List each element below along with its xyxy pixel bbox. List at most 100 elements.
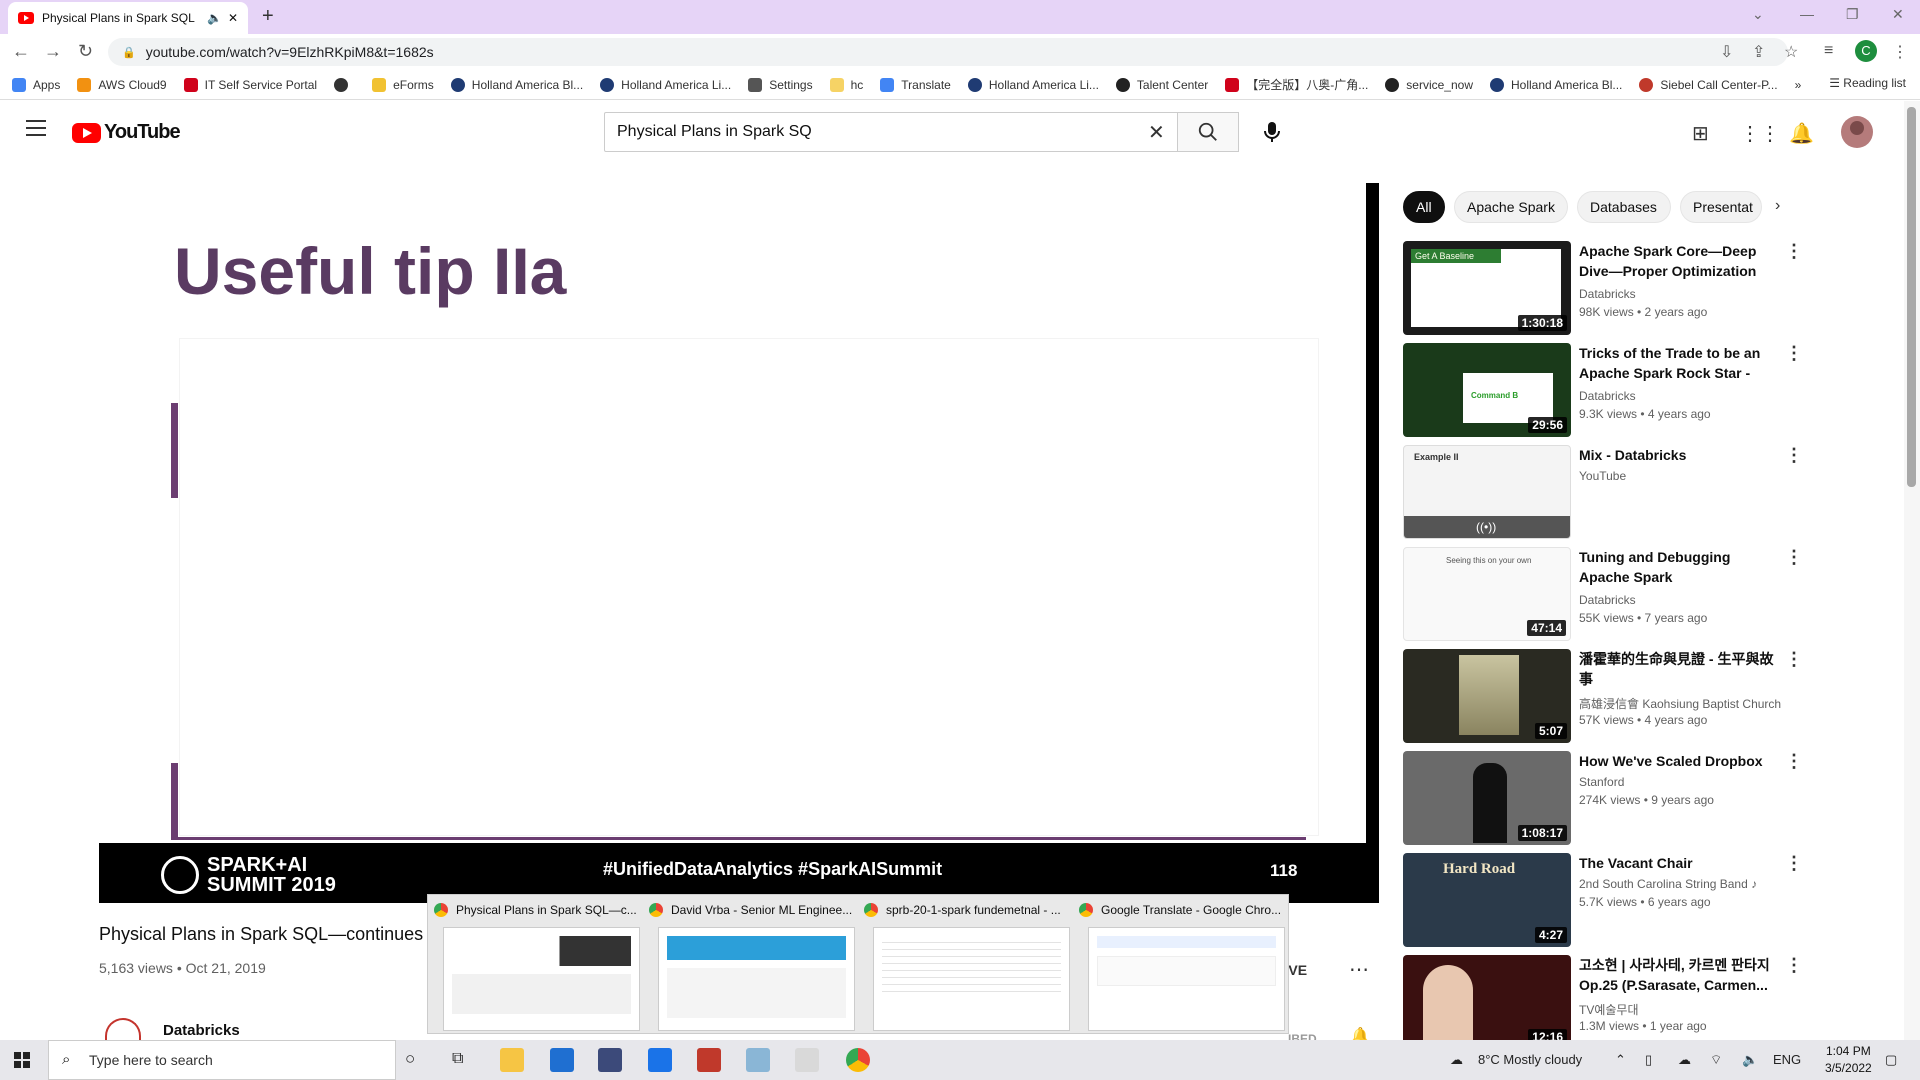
recommendation-item[interactable]: Seeing this on your own 47:14 Tuning and…	[1403, 547, 1883, 643]
kebab-menu-icon[interactable]: ⋮	[1785, 853, 1803, 874]
wifi-icon[interactable]: ⌔	[1710, 1052, 1722, 1068]
bookmark-item[interactable]: service_now	[1385, 77, 1473, 92]
voice-search-button[interactable]	[1257, 117, 1287, 147]
notifications-bell-icon[interactable]: 🔔	[1789, 121, 1814, 146]
channel-name[interactable]: Databricks	[163, 1022, 240, 1039]
window-preview[interactable]: Physical Plans in Spark SQL—c...	[428, 895, 643, 1035]
page-scrollbar-thumb[interactable]	[1907, 107, 1916, 487]
virtualbox-icon[interactable]	[598, 1048, 622, 1072]
rec-title[interactable]: 潘霍華的生命與見證 - 生平與故事	[1579, 649, 1779, 689]
search-button[interactable]	[1177, 112, 1239, 152]
cloud-icon[interactable]: ☁	[1678, 1052, 1691, 1068]
bookmark-item[interactable]: Holland America Bl...	[1490, 77, 1622, 92]
hamburger-menu-icon[interactable]	[26, 120, 46, 136]
video-thumbnail[interactable]: 1:08:17	[1403, 751, 1571, 845]
app-icon[interactable]	[697, 1048, 721, 1072]
bookmark-item[interactable]: Talent Center	[1115, 77, 1208, 92]
rec-channel[interactable]: Databricks	[1579, 593, 1636, 607]
recommendation-item[interactable]: 12:16 고소현 | 사라사테, 카르멘 판타지 Op.25 (P.Saras…	[1403, 955, 1883, 1040]
recommendation-item[interactable]: Hard Road 4:27 The Vacant Chair 2nd Sout…	[1403, 853, 1883, 949]
minimize-button[interactable]: —	[1800, 6, 1814, 22]
recommendation-item[interactable]: Get A Baseline 1:30:18 Apache Spark Core…	[1403, 241, 1883, 337]
clear-search-icon[interactable]: ✕	[1148, 120, 1165, 145]
weather-text[interactable]: 8°C Mostly cloudy	[1478, 1052, 1582, 1067]
tab-search-icon[interactable]: ⌄	[1752, 6, 1764, 23]
window-preview[interactable]: Google Translate - Google Chro...	[1073, 895, 1288, 1035]
device-icon[interactable]: ▯	[1645, 1052, 1652, 1068]
video-thumbnail[interactable]: Example II ((•))	[1403, 445, 1571, 539]
rec-channel[interactable]: YouTube	[1579, 469, 1626, 483]
chip-all[interactable]: All	[1403, 191, 1445, 223]
rec-title[interactable]: The Vacant Chair	[1579, 853, 1779, 873]
bookmark-item[interactable]: Holland America Li...	[967, 77, 1099, 92]
video-thumbnail[interactable]: Command B 29:56	[1403, 343, 1571, 437]
bookmark-item[interactable]: eForms	[372, 77, 434, 92]
reload-button[interactable]: ↻	[78, 41, 93, 62]
bookmark-item[interactable]: Translate	[880, 77, 951, 92]
chip-presentations[interactable]: Presentat	[1680, 191, 1762, 223]
store-icon[interactable]	[550, 1048, 574, 1072]
rec-title[interactable]: Tuning and Debugging Apache Spark	[1579, 547, 1779, 587]
mail-icon[interactable]	[648, 1048, 672, 1072]
share-icon[interactable]: ⇪	[1752, 42, 1765, 62]
back-button[interactable]: ←	[12, 41, 30, 62]
recommendation-item[interactable]: Command B 29:56 Tricks of the Trade to b…	[1403, 343, 1883, 439]
chevron-up-icon[interactable]: ⌃	[1615, 1052, 1626, 1068]
chrome-menu-icon[interactable]: ⋮	[1892, 42, 1908, 62]
bookmark-item[interactable]	[334, 77, 355, 92]
bookmark-item[interactable]: 【完全版】八奥-广角...	[1225, 76, 1368, 93]
bookmark-item[interactable]: Holland America Bl...	[450, 77, 583, 92]
channel-logo[interactable]	[105, 1018, 141, 1040]
kebab-menu-icon[interactable]: ⋮	[1785, 343, 1803, 364]
rec-channel[interactable]: Stanford	[1579, 775, 1624, 789]
bookmark-item[interactable]: AWS Cloud9	[77, 77, 167, 92]
kebab-menu-icon[interactable]: ⋮	[1785, 445, 1803, 466]
rec-title[interactable]: 고소현 | 사라사테, 카르멘 판타지 Op.25 (P.Sarasate, C…	[1579, 955, 1779, 995]
app-icon[interactable]	[795, 1048, 819, 1072]
kebab-menu-icon[interactable]: ⋮	[1785, 547, 1803, 568]
rec-title[interactable]: Tricks of the Trade to be an Apache Spar…	[1579, 343, 1779, 383]
taskbar-search-input[interactable]: Type here to search	[48, 1040, 396, 1080]
bookmark-item[interactable]: Holland America Li...	[600, 77, 731, 92]
address-bar[interactable]: 🔒 youtube.com/watch?v=9ElzhRKpiM8&t=1682…	[108, 38, 1788, 66]
rec-channel[interactable]: Databricks	[1579, 389, 1636, 403]
recommendation-item[interactable]: 5:07 潘霍華的生命與見證 - 生平與故事 高雄浸信會 Kaohsiung B…	[1403, 649, 1883, 745]
bookmark-item[interactable]: Settings	[748, 77, 813, 92]
restore-button[interactable]: ❐	[1846, 6, 1859, 23]
bookmarks-overflow-button[interactable]: »	[1795, 78, 1802, 92]
account-avatar[interactable]	[1841, 116, 1873, 148]
media-control-icon[interactable]: ≡	[1824, 42, 1833, 60]
rec-channel[interactable]: 高雄浸信會 Kaohsiung Baptist Church	[1579, 695, 1781, 712]
rec-title[interactable]: Apache Spark Core—Deep Dive—Proper Optim…	[1579, 241, 1779, 281]
volume-icon[interactable]: 🔈	[1742, 1052, 1758, 1068]
system-clock[interactable]: 1:04 PM 3/5/2022	[1825, 1043, 1872, 1077]
rec-title[interactable]: How We've Scaled Dropbox	[1579, 751, 1779, 771]
reading-list-button[interactable]: ☰ Reading list	[1829, 76, 1906, 90]
forward-button[interactable]: →	[44, 41, 62, 62]
rec-channel[interactable]: 2nd South Carolina String Band ♪	[1579, 877, 1757, 891]
task-view-icon[interactable]: ⧉	[452, 1050, 463, 1068]
kebab-menu-icon[interactable]: ⋮	[1785, 241, 1803, 262]
cortana-icon[interactable]: ○	[405, 1049, 415, 1069]
recommendation-item[interactable]: Example II ((•)) Mix - Databricks YouTub…	[1403, 445, 1883, 541]
bookmark-item[interactable]: hc	[829, 77, 863, 92]
chrome-icon[interactable]	[846, 1048, 870, 1072]
close-window-button[interactable]: ✕	[1892, 6, 1904, 23]
bookmark-apps[interactable]: Apps	[12, 77, 60, 92]
app-icon[interactable]	[746, 1048, 770, 1072]
video-thumbnail[interactable]: Hard Road 4:27	[1403, 853, 1571, 947]
browser-tab[interactable]: Physical Plans in Spark SQL 🔈 ✕	[8, 2, 248, 34]
file-explorer-icon[interactable]	[500, 1048, 524, 1072]
bookmark-item[interactable]: Siebel Call Center-P...	[1639, 77, 1778, 92]
rec-channel[interactable]: Databricks	[1579, 287, 1636, 301]
chevron-right-icon[interactable]: ›	[1775, 197, 1780, 215]
rec-title[interactable]: Mix - Databricks	[1579, 445, 1779, 465]
video-thumbnail[interactable]: Seeing this on your own 47:14	[1403, 547, 1571, 641]
rec-channel[interactable]: TV예술무대	[1579, 1001, 1639, 1018]
youtube-logo[interactable]: YouTube	[72, 121, 181, 144]
window-preview[interactable]: sprb-20-1-spark fundemetnal - ...	[858, 895, 1073, 1035]
video-thumbnail[interactable]: 5:07	[1403, 649, 1571, 743]
video-player[interactable]: Useful tip IIa SPARK+AI SUMMIT 2019 #Unif…	[99, 183, 1379, 903]
kebab-menu-icon[interactable]: ⋮	[1785, 649, 1803, 670]
video-thumbnail[interactable]: 12:16	[1403, 955, 1571, 1040]
